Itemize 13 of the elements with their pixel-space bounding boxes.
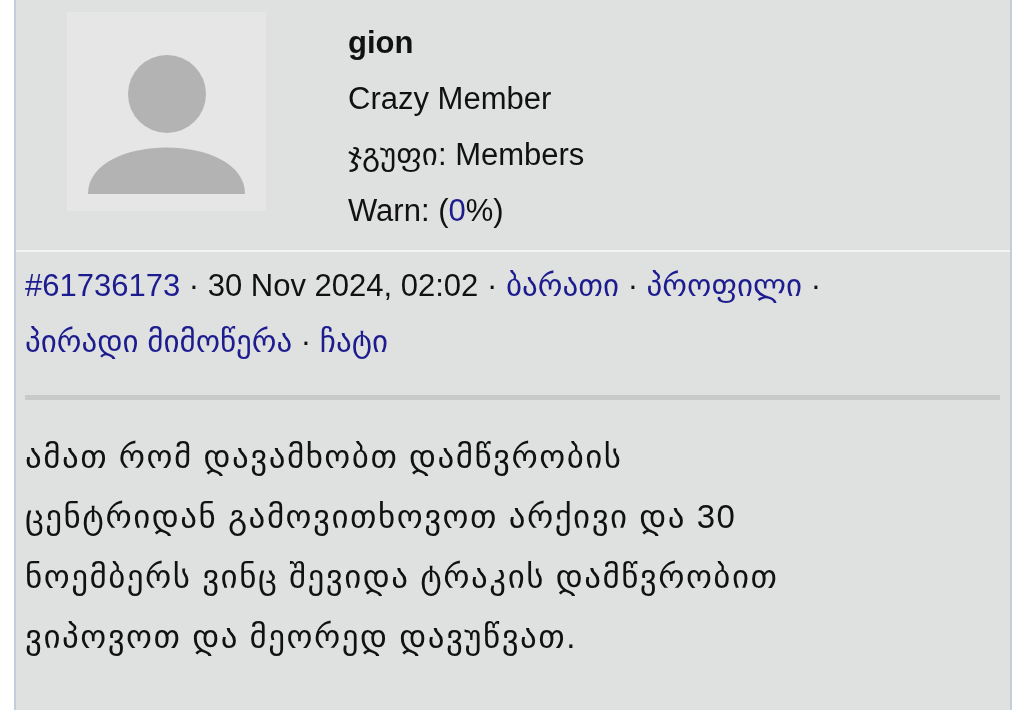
post-action-link[interactable]: ჩატი — [319, 324, 389, 359]
post-meta-line: #61736173 · 30 Nov 2024, 02:02 · ბარათი · პროფილი · პირადი მიმოწერა · ჩატი — [25, 267, 822, 361]
username: gion — [348, 24, 415, 62]
post-action-link[interactable]: პროფილი — [646, 268, 803, 303]
post-body-text: ამათ რომ დავამხობთ დამწვრობის ცენტრიდან გამოვითხოვოთ არქივი და 30 ნოემბერს ვინც შევიდა ტრაკის დამწვრობით ვიპოვოთ და მეორედ დავუწვათ. — [25, 437, 780, 658]
user-rank-text: Crazy Member — [348, 80, 553, 118]
post-number-link[interactable]: #61736173 — [25, 268, 181, 303]
post-action-link[interactable]: ბარათი — [505, 268, 619, 303]
warn-text: Warn: (0%) — [348, 192, 505, 230]
warn-link[interactable]: 0 — [448, 193, 466, 228]
post-action-link[interactable]: პირადი მიმოწერა — [25, 324, 293, 359]
user-group-text: ჯგუფი: Members — [348, 136, 585, 174]
user-silhouette-icon — [67, 12, 266, 211]
